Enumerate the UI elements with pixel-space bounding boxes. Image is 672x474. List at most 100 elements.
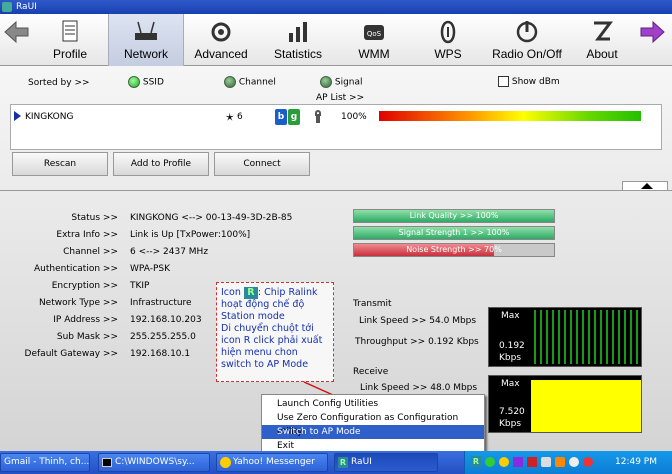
tray-app-icon[interactable]	[513, 457, 523, 467]
authentication-label: Authentication >>	[33, 264, 118, 274]
window-titlebar: RaUI	[0, 0, 672, 14]
ap-list-label: AP List >>	[316, 93, 365, 103]
sort-channel-radio[interactable]: Channel	[224, 76, 276, 88]
ap-mode-g: g	[288, 109, 300, 125]
transmit-max-label: Max	[501, 311, 520, 321]
tray-status-icon[interactable]	[485, 457, 495, 467]
ap-mode-b: b	[275, 109, 287, 125]
extra-info-label: Extra Info >>	[56, 230, 118, 240]
tray-ralink-icon[interactable]: R	[471, 456, 481, 467]
channel-value: 6 <--> 2437 MHz	[130, 247, 209, 257]
transmit-link-speed: Link Speed >> 54.0 Mbps	[359, 316, 477, 326]
forward-arrow-icon	[640, 20, 665, 44]
cmd-icon	[102, 458, 112, 467]
noise-strength-text: Noise Strength >> 70%	[406, 245, 502, 254]
lock-icon	[315, 110, 321, 124]
tab-profile[interactable]: Profile	[42, 14, 98, 66]
tab-statistics[interactable]: Statistics	[264, 14, 332, 66]
note-icon-word: Icon	[221, 287, 241, 298]
ap-ssid: KINGKONG	[25, 112, 74, 122]
system-tray: R 12:49 PM	[464, 451, 672, 474]
toolbar: Profile Network Advanced Statistics QoS …	[0, 14, 672, 66]
app-logo-icon	[2, 2, 12, 12]
sub-mask-label: Sub Mask >>	[56, 332, 118, 342]
forward-button[interactable]	[636, 14, 670, 66]
sorted-by-label: Sorted by >>	[28, 78, 90, 88]
show-dbm-checkbox[interactable]: Show dBm	[498, 76, 560, 87]
tray-antivirus-icon[interactable]	[527, 457, 537, 467]
transmit-title: Transmit	[353, 299, 392, 309]
encryption-value: TKIP	[130, 281, 150, 291]
task-label: C:\WINDOWS\sy...	[115, 457, 195, 467]
yahoo-icon	[220, 457, 231, 468]
network-type-label: Network Type >>	[38, 298, 118, 308]
back-button[interactable]	[0, 14, 32, 66]
tab-wps[interactable]: WPS	[420, 14, 476, 66]
sort-channel-label: Channel	[238, 77, 276, 88]
statistics-icon	[289, 22, 307, 42]
link-quality-text: Link Quality >> 100%	[409, 211, 499, 220]
tab-label: About	[586, 47, 618, 61]
ap-signal-value: 100%	[341, 112, 367, 122]
tray-misc-icon[interactable]	[555, 457, 565, 467]
noise-strength-bar: Noise Strength >> 70%	[353, 243, 555, 257]
collapse-button[interactable]	[622, 181, 668, 191]
receive-unit: Kbps	[499, 419, 522, 429]
svg-text:QoS: QoS	[367, 30, 382, 38]
transmit-throughput: Throughput >> 0.192 Kbps	[355, 337, 479, 347]
tab-label: WPS	[434, 47, 462, 61]
transmit-value: 0.192	[499, 341, 525, 351]
raui-icon: R	[338, 457, 348, 468]
menu-item-zero-config[interactable]: Use Zero Configuration as Configuration …	[262, 411, 484, 437]
tab-about[interactable]: About	[576, 14, 628, 66]
channel-label: Channel >>	[63, 247, 118, 257]
about-icon	[594, 21, 613, 41]
radio-icon	[516, 21, 538, 43]
sort-signal-label: Signal	[334, 77, 363, 88]
tray-yahoo-icon[interactable]	[499, 457, 509, 467]
advanced-icon	[211, 22, 231, 42]
tab-radio-onoff[interactable]: Radio On/Off	[484, 14, 570, 66]
task-yahoo[interactable]: Yahoo! Messenger	[216, 453, 328, 472]
tab-label: WMM	[358, 47, 390, 61]
tab-network[interactable]: Network	[108, 14, 184, 66]
ap-signal-bar	[379, 111, 641, 121]
sort-signal-radio[interactable]: Signal	[320, 76, 363, 88]
status-value: KINGKONG <--> 00-13-49-3D-2B-85	[130, 213, 293, 223]
transmit-unit: Kbps	[499, 353, 522, 363]
network-icon	[135, 21, 157, 40]
add-to-profile-button[interactable]: Add to Profile	[113, 152, 209, 176]
status-label: Status >>	[71, 213, 118, 223]
task-gmail[interactable]: Gmail - Thinh, ch...	[0, 453, 90, 472]
wps-icon	[440, 20, 456, 44]
tray-clock[interactable]: 12:49 PM	[615, 457, 657, 467]
authentication-value: WPA-PSK	[130, 264, 170, 274]
ap-list-row[interactable]: KINGKONG 🟉 6 b g 100%	[11, 109, 661, 125]
annotation-note: Icon R: Chip Ralink hoạt động chế độ Sta…	[216, 282, 334, 382]
note-text-2: Di chuyển chuột tới icon R click phải xu…	[221, 323, 323, 370]
tab-wmm[interactable]: QoS WMM	[344, 14, 404, 66]
tab-advanced[interactable]: Advanced	[188, 14, 254, 66]
tab-label: Advanced	[194, 47, 248, 61]
task-cmd[interactable]: C:\WINDOWS\sy...	[98, 453, 210, 472]
menu-item-switch-ap-mode[interactable]: Switch to AP Mode	[262, 425, 484, 439]
connect-button[interactable]: Connect	[214, 152, 310, 176]
tray-network-icon[interactable]	[541, 457, 551, 467]
tab-label: Radio On/Off	[492, 47, 562, 61]
sort-ssid-radio[interactable]: SSID	[128, 76, 164, 88]
window-title: RaUI	[16, 2, 37, 12]
receive-graph-fill	[531, 380, 641, 432]
menu-item-launch-config[interactable]: Launch Config Utilities	[262, 397, 484, 411]
ip-address-label: IP Address >>	[53, 315, 118, 325]
task-raui[interactable]: R RaUI	[334, 453, 438, 472]
back-arrow-icon	[4, 20, 29, 44]
channel-icon: 🟉	[225, 110, 235, 124]
encryption-label: Encryption >>	[51, 281, 118, 291]
rescan-button[interactable]: Rescan	[12, 152, 108, 176]
ip-address-value: 192.168.10.203	[130, 315, 202, 325]
network-type-value: Infrastructure	[130, 298, 192, 308]
task-label: Gmail - Thinh, ch...	[4, 457, 90, 467]
tray-volume-icon[interactable]	[569, 457, 579, 467]
extra-info-value: Link is Up [TxPower:100%]	[130, 230, 251, 240]
tray-update-icon[interactable]	[583, 457, 593, 467]
